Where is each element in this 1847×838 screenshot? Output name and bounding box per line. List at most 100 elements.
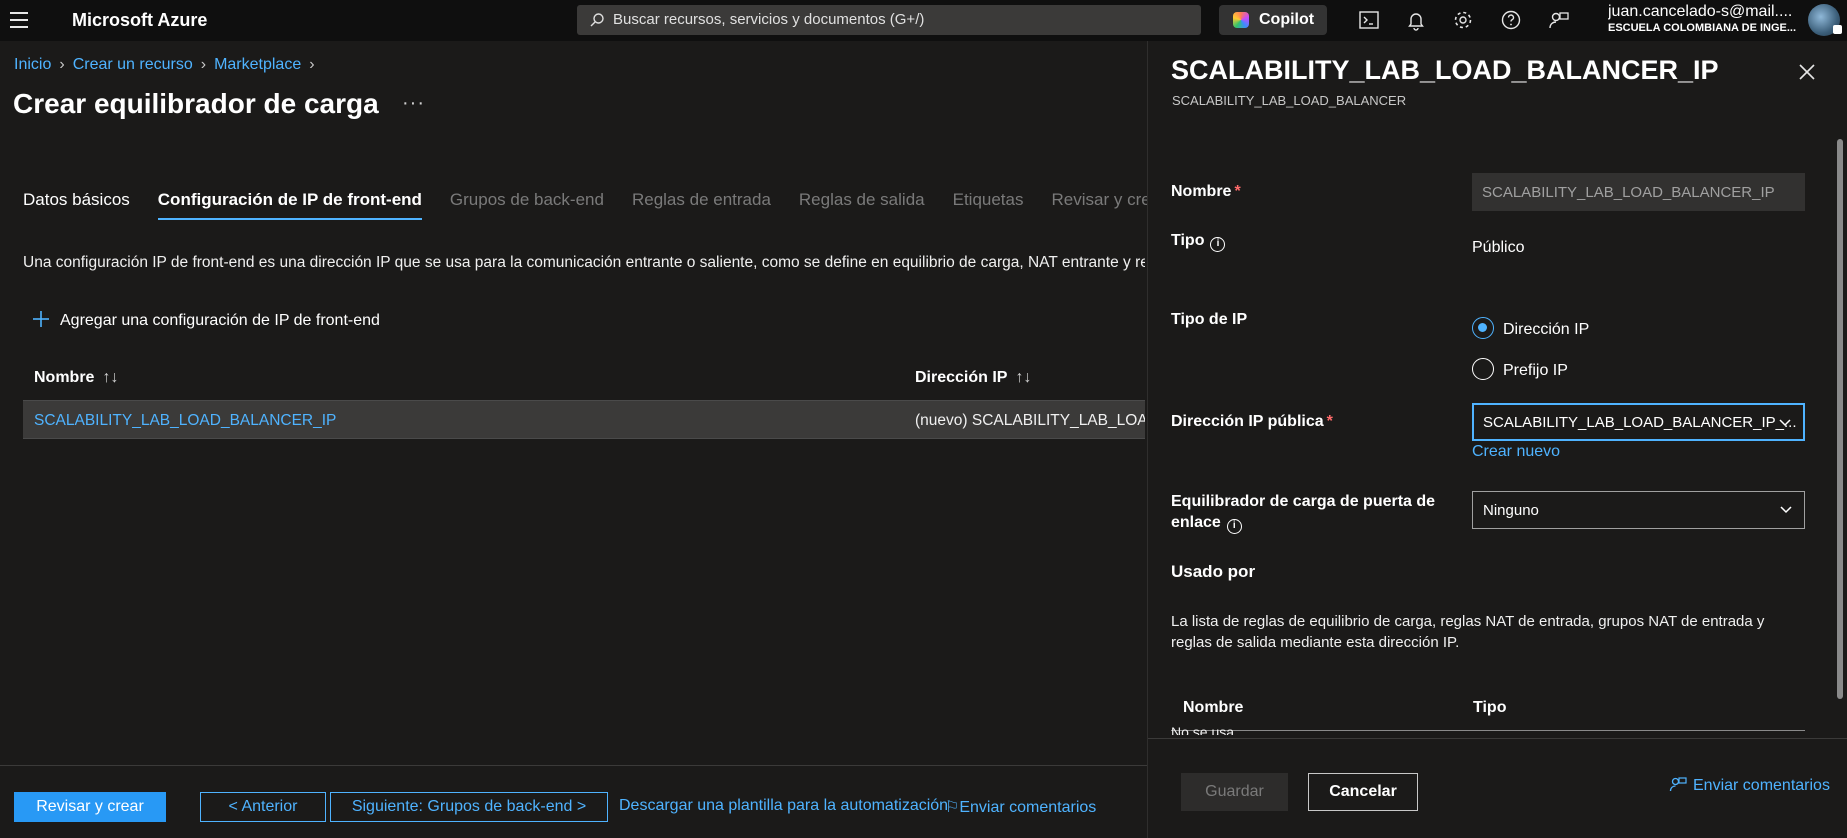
tab-reglas-entrada[interactable]: Reglas de entrada <box>632 190 771 218</box>
row-ip-address: (nuevo) SCALABILITY_LAB_LOAD_I <box>915 412 1145 429</box>
type-value: Público <box>1472 239 1525 256</box>
column-header-direccion-ip[interactable]: Dirección IP ↑↓ <box>915 369 1031 387</box>
section-description: Una configuración IP de front-end es una… <box>23 254 1145 271</box>
cloud-shell-icon[interactable] <box>1358 9 1380 31</box>
tab-configuracion-ip-frontend[interactable]: Configuración de IP de front-end <box>157 190 422 220</box>
gateway-lb-value: Ninguno <box>1483 502 1539 519</box>
feedback-link[interactable]: ⚐Enviar comentarios <box>945 797 1096 817</box>
create-new-link[interactable]: Crear nuevo <box>1472 443 1560 461</box>
gateway-lb-label: Equilibrador de carga de puerta de enlace… <box>1171 491 1435 534</box>
column-header-direccion-ip-label: Dirección IP <box>915 369 1008 386</box>
info-icon[interactable]: i <box>1210 237 1226 252</box>
tab-reglas-salida[interactable]: Reglas de salida <box>799 190 925 218</box>
copilot-label: Copilot <box>1259 11 1315 28</box>
hamburger-menu-icon[interactable] <box>10 12 28 28</box>
search-icon <box>590 13 604 27</box>
used-by-table-header: Nombre Tipo <box>1171 687 1805 731</box>
sort-icon[interactable]: ↑↓ <box>1015 369 1031 386</box>
radio-prefijo-ip[interactable]: Prefijo IP <box>1472 353 1568 380</box>
top-bar: Microsoft Azure Buscar recursos, servici… <box>0 0 1847 41</box>
feedback-link-label: Enviar comentarios <box>959 799 1097 816</box>
frontend-ip-panel: SCALABILITY_LAB_LOAD_BALANCER_IP SCALABI… <box>1147 41 1847 838</box>
used-by-title: Usado por <box>1171 562 1256 581</box>
type-label: Tipo i <box>1171 232 1226 252</box>
tab-datos-basicos[interactable]: Datos básicos <box>23 190 130 218</box>
breadcrumb-crear-recurso[interactable]: Crear un recurso <box>73 56 193 73</box>
gear-icon[interactable] <box>1452 9 1474 31</box>
help-icon[interactable] <box>1500 9 1522 31</box>
lock-icon <box>1833 25 1842 34</box>
copilot-logo-icon <box>1233 12 1249 28</box>
chevron-down-icon <box>1780 506 1792 514</box>
more-options-icon[interactable]: ··· <box>402 92 425 115</box>
chevron-right-icon: › <box>200 56 207 73</box>
panel-body: Nombre * SCALABILITY_LAB_LOAD_BALANCER_IP… <box>1148 121 1833 735</box>
tab-etiquetas[interactable]: Etiquetas <box>953 190 1024 218</box>
gateway-lb-select[interactable]: Ninguno <box>1472 491 1805 529</box>
name-field: SCALABILITY_LAB_LOAD_BALANCER_IP <box>1472 173 1805 211</box>
column-header-nombre-label: Nombre <box>34 369 95 386</box>
panel-feedback-label: Enviar comentarios <box>1693 777 1830 794</box>
name-label: Nombre * <box>1171 183 1241 200</box>
review-create-button[interactable]: Revisar y crear <box>14 792 166 822</box>
user-org: ESCUELA COLOMBIANA DE INGE... <box>1608 22 1797 34</box>
next-button[interactable]: Siguiente: Grupos de back-end > <box>330 792 608 822</box>
table-row[interactable]: SCALABILITY_LAB_LOAD_BALANCER_IP (nuevo)… <box>23 400 1145 439</box>
search-placeholder: Buscar recursos, servicios y documentos … <box>613 11 925 28</box>
radio-selected-icon <box>1472 317 1494 339</box>
add-frontend-ip-label: Agregar una configuración de IP de front… <box>60 312 380 329</box>
chevron-right-icon: › <box>309 56 315 73</box>
bottom-action-bar: Revisar y crear < Anterior Siguiente: Gr… <box>0 765 1147 838</box>
feedback-icon: ⚐ <box>945 799 960 816</box>
row-name-link[interactable]: SCALABILITY_LAB_LOAD_BALANCER_IP <box>34 412 336 430</box>
panel-feedback-link[interactable]: Enviar comentarios <box>1669 772 1830 795</box>
column-header-nombre[interactable]: Nombre ↑↓ <box>34 369 118 387</box>
panel-subtitle: SCALABILITY_LAB_LOAD_BALANCER <box>1172 93 1407 108</box>
not-used-text: No se usa <box>1171 724 1235 735</box>
radio-unselected-icon <box>1472 358 1494 380</box>
ip-type-label: Tipo de IP <box>1171 311 1248 328</box>
search-input[interactable]: Buscar recursos, servicios y documentos … <box>577 5 1201 35</box>
cancel-button[interactable]: Cancelar <box>1308 773 1418 811</box>
used-column-nombre: Nombre <box>1183 699 1244 716</box>
required-mark: * <box>1326 413 1333 430</box>
feedback-icon[interactable] <box>1548 9 1570 31</box>
used-by-description: La lista de reglas de equilibrio de carg… <box>1171 613 1765 651</box>
sort-icon[interactable]: ↑↓ <box>102 369 118 386</box>
grid-header: Nombre ↑↓ Dirección IP ↑↓ <box>23 366 1145 394</box>
close-icon[interactable] <box>1798 63 1816 81</box>
previous-button[interactable]: < Anterior <box>200 792 326 822</box>
wizard-tabs: Datos básicos Configuración de IP de fron… <box>23 190 1194 222</box>
user-account[interactable]: juan.cancelado-s@mail.... ESCUELA COLOMB… <box>1608 3 1803 34</box>
panel-footer: Guardar Cancelar Enviar comentarios <box>1148 738 1847 838</box>
panel-scrollbar[interactable] <box>1836 121 1846 735</box>
breadcrumb-inicio[interactable]: Inicio <box>14 56 51 73</box>
add-frontend-ip-button[interactable]: Agregar una configuración de IP de front… <box>32 307 380 330</box>
info-icon[interactable]: i <box>1226 519 1242 534</box>
public-ip-select[interactable]: SCALABILITY_LAB_LOAD_BALANCER_IP_... <box>1472 403 1805 441</box>
tab-grupos-backend[interactable]: Grupos de back-end <box>450 190 604 218</box>
user-email: juan.cancelado-s@mail.... <box>1608 3 1793 20</box>
required-mark: * <box>1234 183 1241 200</box>
copilot-button[interactable]: Copilot <box>1219 5 1327 35</box>
panel-title: SCALABILITY_LAB_LOAD_BALANCER_IP <box>1171 55 1719 85</box>
panel-scrollbar-thumb[interactable] <box>1837 139 1843 699</box>
brand-title[interactable]: Microsoft Azure <box>72 10 207 31</box>
chevron-right-icon: › <box>59 56 65 73</box>
used-column-tipo: Tipo <box>1473 699 1507 716</box>
page-title: Crear equilibrador de carga <box>13 88 379 119</box>
radio-direccion-ip-label: Dirección IP <box>1503 321 1590 338</box>
save-button: Guardar <box>1181 773 1288 811</box>
public-ip-label: Dirección IP pública * <box>1171 413 1333 430</box>
download-template-link[interactable]: Descargar una plantilla para la automati… <box>619 797 948 815</box>
chevron-down-icon <box>1779 419 1791 427</box>
bell-icon[interactable] <box>1405 9 1427 31</box>
radio-prefijo-ip-label: Prefijo IP <box>1503 362 1568 379</box>
public-ip-value: SCALABILITY_LAB_LOAD_BALANCER_IP_... <box>1483 414 1797 431</box>
plus-icon <box>33 311 49 327</box>
breadcrumb: Inicio › Crear un recurso › Marketplace › <box>14 56 323 74</box>
radio-direccion-ip[interactable]: Dirección IP <box>1472 312 1589 339</box>
avatar[interactable] <box>1808 4 1842 36</box>
feedback-icon <box>1669 777 1687 792</box>
breadcrumb-marketplace[interactable]: Marketplace <box>214 56 301 73</box>
